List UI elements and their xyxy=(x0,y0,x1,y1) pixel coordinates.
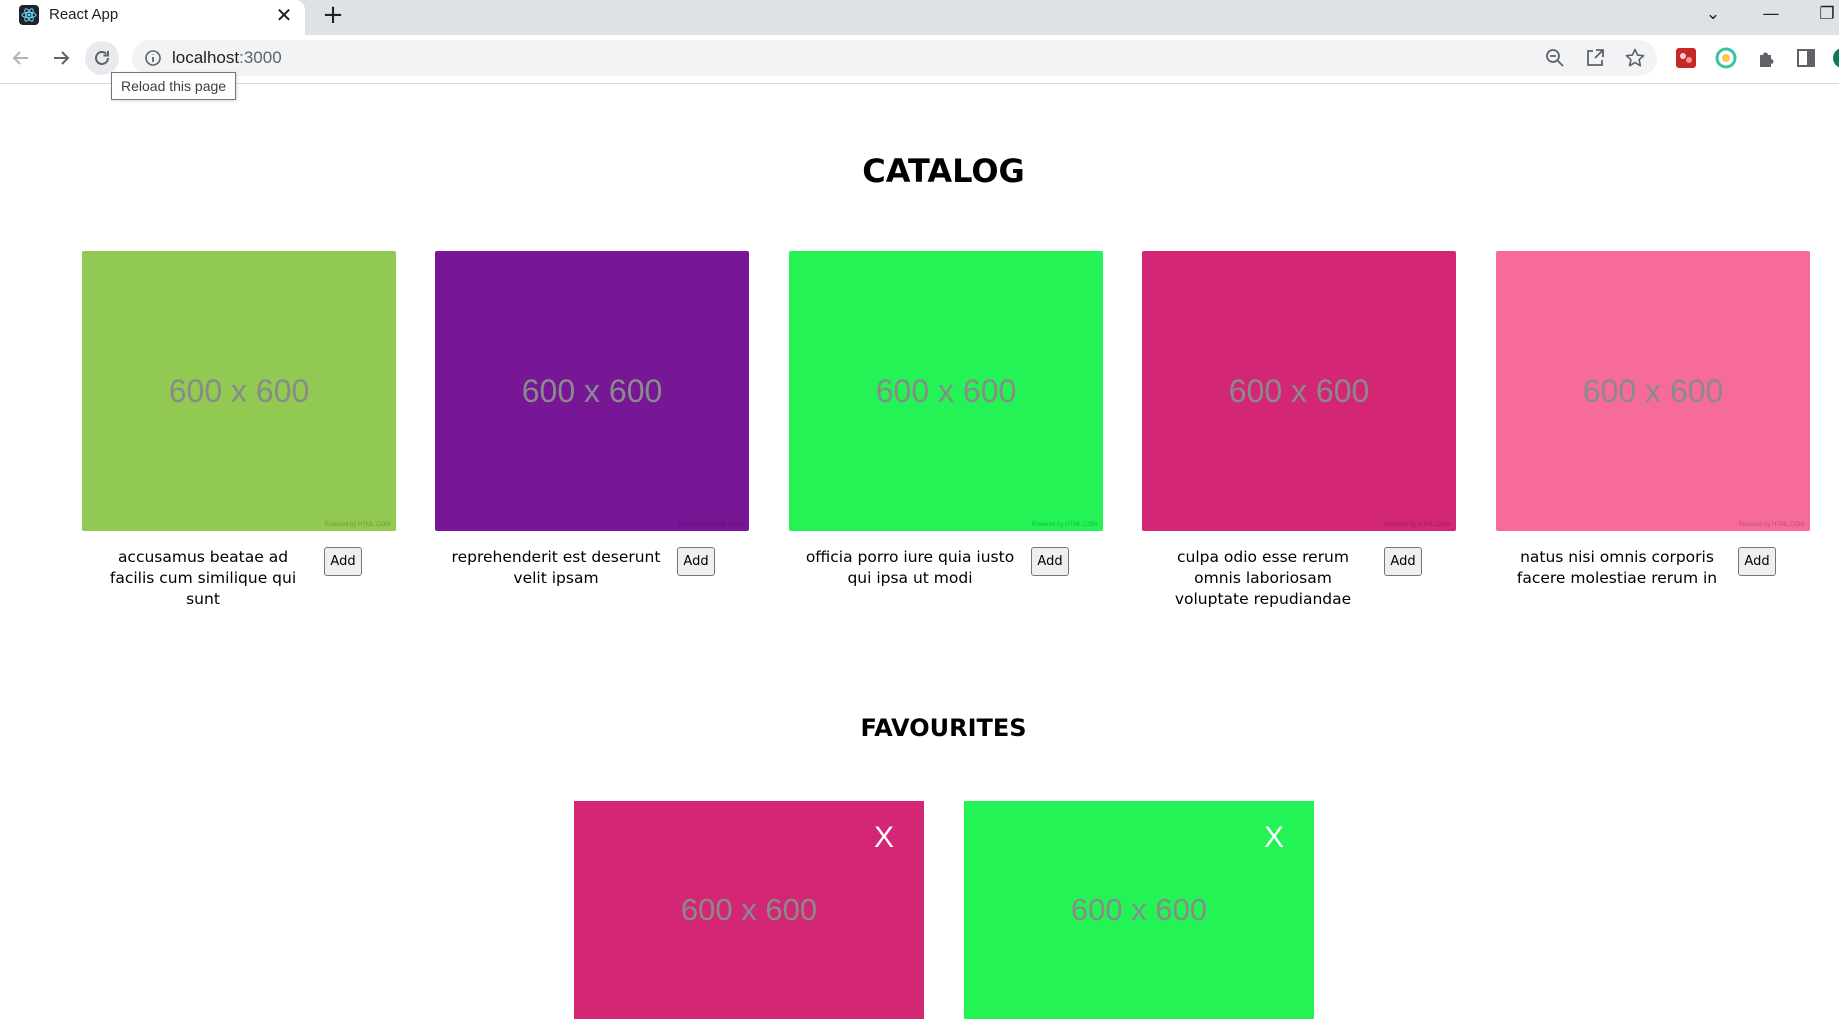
reload-button[interactable] xyxy=(85,41,119,75)
catalog-item-image: 600 x 600 Powered by HTML.COM xyxy=(435,251,749,531)
add-to-favourites-button[interactable]: Add xyxy=(677,547,715,576)
favourite-item-image: 600 x 600 X xyxy=(574,801,924,1019)
extension-red-icon[interactable] xyxy=(1675,47,1697,69)
profile-avatar-icon[interactable] xyxy=(1832,47,1839,69)
catalog-item-image: 600 x 600 Powered by HTML.COM xyxy=(1496,251,1810,531)
add-to-favourites-button[interactable]: Add xyxy=(1031,547,1069,576)
url-text[interactable]: localhost:3000 xyxy=(172,48,282,68)
remove-favourite-button[interactable]: X xyxy=(1264,821,1284,855)
browser-tab[interactable]: React App ✕ xyxy=(0,0,305,35)
placeholder-text: 600 x 600 xyxy=(1228,372,1370,409)
back-arrow-icon xyxy=(12,51,28,65)
powered-by-text: Powered by HTML.COM xyxy=(1384,522,1450,528)
catalog-item-image: 600 x 600 Powered by HTML.COM xyxy=(82,251,396,531)
remove-favourite-button[interactable]: X xyxy=(874,821,894,855)
react-logo-icon xyxy=(19,5,39,25)
catalog-item-title: culpa odio esse rerum omnis laboriosam v… xyxy=(1174,548,1352,608)
restore-button[interactable]: ❐ xyxy=(1812,0,1839,30)
extensions-puzzle-icon[interactable] xyxy=(1755,47,1777,69)
reload-tooltip: Reload this page xyxy=(111,72,237,100)
minimize-button[interactable]: — xyxy=(1756,0,1786,30)
site-info-icon[interactable] xyxy=(144,49,162,67)
placeholder-text: 600 x 600 xyxy=(680,892,818,927)
catalog-item-title: reprehenderit est deserunt velit ipsam xyxy=(451,548,661,587)
powered-by-text: Powered by HTML.COM xyxy=(1031,522,1097,528)
new-tab-button[interactable]: + xyxy=(319,1,347,29)
tab-title: React App xyxy=(49,6,119,23)
powered-by-text: Powered by HTML.COM xyxy=(324,522,390,528)
tab-search-chevron-icon[interactable]: ⌄ xyxy=(1698,0,1728,30)
side-panel-icon[interactable] xyxy=(1795,47,1817,69)
share-icon[interactable] xyxy=(1584,47,1606,69)
add-to-favourites-button[interactable]: Add xyxy=(1384,547,1422,576)
address-bar[interactable]: localhost:3000 xyxy=(132,40,1657,76)
catalog-item-image: 600 x 600 Powered by HTML.COM xyxy=(1142,251,1456,531)
catalog-item-title: accusamus beatae ad facilis cum similiqu… xyxy=(109,548,297,608)
catalog-item-title: natus nisi omnis corporis facere molesti… xyxy=(1516,548,1718,587)
placeholder-text: 600 x 600 xyxy=(1070,892,1208,927)
favourites-heading: FAVOURITES xyxy=(860,714,1027,742)
bookmark-star-icon[interactable] xyxy=(1624,47,1646,69)
placeholder-text: 600 x 600 xyxy=(168,372,310,409)
reload-icon xyxy=(95,51,109,65)
powered-by-text: Powered by HTML.COM xyxy=(677,522,743,528)
tab-strip: React App ✕ + ⌄ — ❐ xyxy=(0,0,1839,35)
catalog-item-image: 600 x 600 Powered by HTML.COM xyxy=(789,251,1103,531)
extension-green-icon[interactable] xyxy=(1715,47,1737,69)
back-button[interactable] xyxy=(4,41,38,75)
catalog-item-title: officia porro iure quia iusto qui ipsa u… xyxy=(805,548,1015,587)
add-to-favourites-button[interactable]: Add xyxy=(1738,547,1776,576)
forward-arrow-icon xyxy=(54,51,70,65)
placeholder-text: 600 x 600 xyxy=(875,372,1017,409)
placeholder-text: 600 x 600 xyxy=(1582,372,1724,409)
browser-toolbar: localhost:3000 xyxy=(0,35,1839,84)
placeholder-text: 600 x 600 xyxy=(521,372,663,409)
tab-close-icon[interactable]: ✕ xyxy=(274,3,294,27)
catalog-heading: CATALOG xyxy=(862,152,1025,190)
zoom-icon[interactable] xyxy=(1544,47,1566,69)
favourite-item-image: 600 x 600 X xyxy=(964,801,1314,1019)
add-to-favourites-button[interactable]: Add xyxy=(324,547,362,576)
forward-button[interactable] xyxy=(44,41,78,75)
powered-by-text: Powered by HTML.COM xyxy=(1738,522,1804,528)
